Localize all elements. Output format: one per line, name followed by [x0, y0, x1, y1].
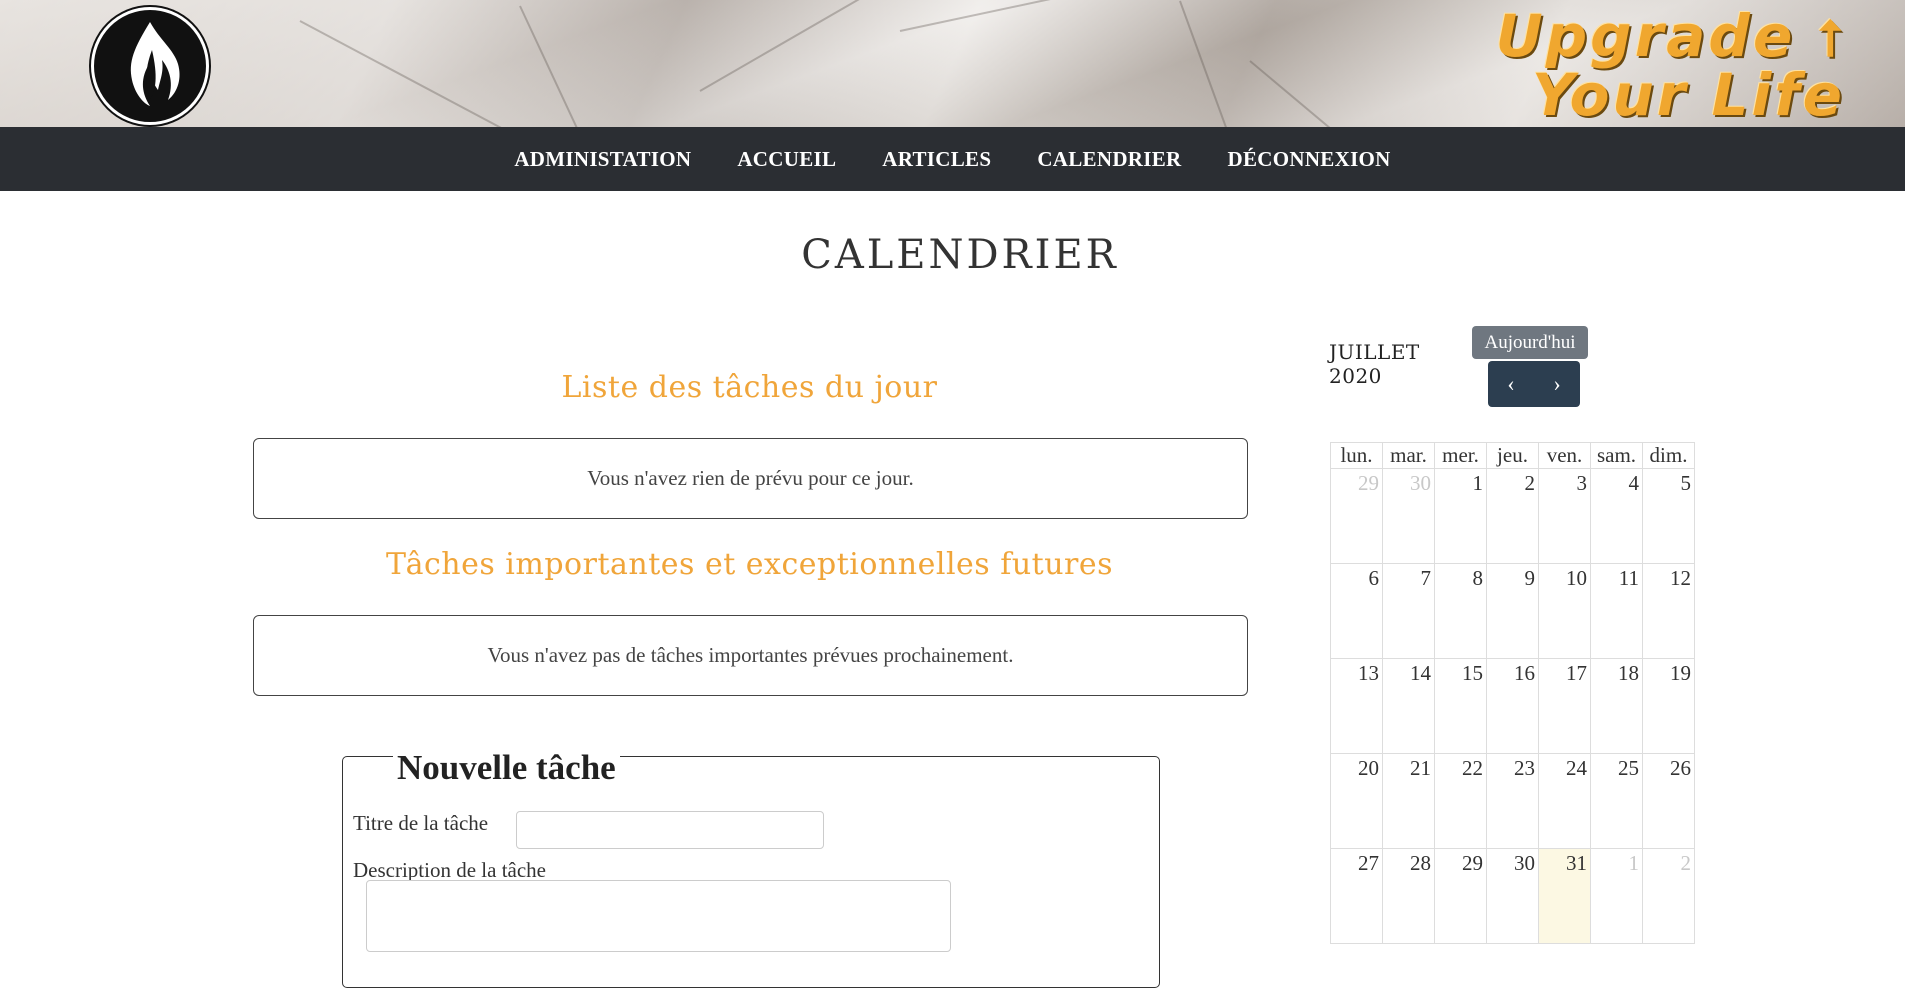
calendar-grid: lun. mar. mer. jeu. ven. sam. dim. 29 30 1…: [1330, 442, 1695, 944]
marble-vein: [899, 0, 1194, 32]
brand-logo-text: Upgrade ⭡ Your Life: [1485, 7, 1845, 129]
calendar-month-title: JUILLET 2020: [1329, 340, 1420, 388]
calendar-week-row: 13 14 15 16 17 18 19: [1330, 658, 1695, 754]
chevron-right-icon[interactable]: ›: [1534, 361, 1580, 407]
calendar-day-cell[interactable]: 29: [1434, 848, 1487, 944]
calendar-day-cell[interactable]: 22: [1434, 753, 1487, 849]
future-tasks-title: Tâches importantes et exceptionnelles fu…: [385, 547, 1114, 582]
today-tasks-title: Liste des tâches du jour: [561, 370, 938, 405]
calendar-day-cell[interactable]: 21: [1382, 753, 1435, 849]
marble-vein: [1249, 60, 1389, 127]
weekday-header: mar.: [1382, 442, 1435, 469]
marble-vein: [699, 0, 874, 92]
calendar-day-cell[interactable]: 9: [1486, 563, 1539, 659]
calendar-day-cell[interactable]: 17: [1538, 658, 1591, 754]
calendar-day-cell[interactable]: 11: [1590, 563, 1643, 659]
calendar-day-cell[interactable]: 8: [1434, 563, 1487, 659]
calendar-day-cell[interactable]: 26: [1642, 753, 1695, 849]
calendar-day-cell[interactable]: 7: [1382, 563, 1435, 659]
calendar-month: JUILLET: [1329, 340, 1420, 364]
calendar-day-cell[interactable]: 5: [1642, 468, 1695, 564]
brand-line-2: Your Life: [1532, 61, 1845, 129]
nav-item-calendrier[interactable]: CALENDRIER: [1037, 147, 1181, 172]
weekday-header: mer.: [1434, 442, 1487, 469]
future-tasks-empty-text: Vous n'avez pas de tâches importantes pr…: [487, 643, 1014, 667]
logo-flame-icon[interactable]: [91, 7, 209, 125]
calendar-day-cell[interactable]: 4: [1590, 468, 1643, 564]
marble-vein: [299, 20, 531, 127]
task-title-label: Titre de la tâche: [353, 811, 489, 835]
calendar-week-row: 6 7 8 9 10 11 12: [1330, 563, 1695, 659]
calendar-day-cell[interactable]: 30: [1382, 468, 1435, 564]
calendar-day-cell[interactable]: 2: [1486, 468, 1539, 564]
new-task-legend: Nouvelle tâche: [393, 748, 620, 788]
calendar-day-cell[interactable]: 27: [1330, 848, 1383, 944]
calendar-day-cell[interactable]: 1: [1590, 848, 1643, 944]
future-tasks-box: Vous n'avez pas de tâches importantes pr…: [253, 615, 1248, 696]
brand-line-1: Upgrade: [1495, 2, 1796, 70]
calendar-day-cell[interactable]: 1: [1434, 468, 1487, 564]
weekday-header: sam.: [1590, 442, 1643, 469]
calendar-day-cell[interactable]: 14: [1382, 658, 1435, 754]
calendar-day-cell[interactable]: 23: [1486, 753, 1539, 849]
calendar-day-cell[interactable]: 30: [1486, 848, 1539, 944]
marble-vein: [1179, 0, 1257, 127]
calendar-day-cell[interactable]: 3: [1538, 468, 1591, 564]
calendar-week-row: 29 30 1 2 3 4 5: [1330, 468, 1695, 564]
today-button[interactable]: Aujourd'hui: [1472, 326, 1588, 359]
calendar-day-cell[interactable]: 24: [1538, 753, 1591, 849]
marble-vein: [519, 5, 606, 127]
nav-item-deconnexion[interactable]: DÉCONNEXION: [1228, 147, 1391, 172]
calendar-nav-group: ‹ ›: [1488, 361, 1580, 407]
chevron-left-icon[interactable]: ‹: [1488, 361, 1534, 407]
calendar-week-row: 27 28 29 30 31 1 2: [1330, 848, 1695, 944]
task-title-input[interactable]: [516, 811, 824, 849]
calendar-day-cell[interactable]: 25: [1590, 753, 1643, 849]
task-description-textarea[interactable]: [366, 880, 951, 952]
nav-item-accueil[interactable]: ACCUEIL: [737, 147, 836, 172]
calendar-day-cell[interactable]: 2: [1642, 848, 1695, 944]
weekday-header: jeu.: [1486, 442, 1539, 469]
calendar-day-cell[interactable]: 15: [1434, 658, 1487, 754]
weekday-header: dim.: [1642, 442, 1695, 469]
page-title: CALENDRIER: [801, 232, 1119, 278]
calendar-day-cell[interactable]: 31: [1538, 848, 1591, 944]
nav-item-articles[interactable]: ARTICLES: [882, 147, 991, 172]
calendar-day-cell[interactable]: 29: [1330, 468, 1383, 564]
arrow-up-icon: ⭡: [1818, 10, 1845, 68]
nav-item-administation[interactable]: ADMINISTATION: [514, 147, 691, 172]
calendar-day-cell[interactable]: 16: [1486, 658, 1539, 754]
calendar-day-cell[interactable]: 28: [1382, 848, 1435, 944]
main-nav: ADMINISTATION ACCUEIL ARTICLES CALENDRIE…: [0, 127, 1905, 191]
calendar-day-cell[interactable]: 13: [1330, 658, 1383, 754]
today-tasks-box: Vous n'avez rien de prévu pour ce jour.: [253, 438, 1248, 519]
calendar-day-cell[interactable]: 6: [1330, 563, 1383, 659]
flame-icon: [130, 22, 180, 106]
calendar-day-cell[interactable]: 10: [1538, 563, 1591, 659]
calendar-day-cell[interactable]: 19: [1642, 658, 1695, 754]
calendar-day-cell[interactable]: 12: [1642, 563, 1695, 659]
calendar-weekday-row: lun. mar. mer. jeu. ven. sam. dim.: [1330, 442, 1695, 469]
calendar-year: 2020: [1329, 364, 1382, 388]
today-tasks-empty-text: Vous n'avez rien de prévu pour ce jour.: [587, 466, 914, 490]
calendar-day-cell[interactable]: 18: [1590, 658, 1643, 754]
calendar-day-cell[interactable]: 20: [1330, 753, 1383, 849]
calendar-week-row: 20 21 22 23 24 25 26: [1330, 753, 1695, 849]
weekday-header: ven.: [1538, 442, 1591, 469]
weekday-header: lun.: [1330, 442, 1383, 469]
